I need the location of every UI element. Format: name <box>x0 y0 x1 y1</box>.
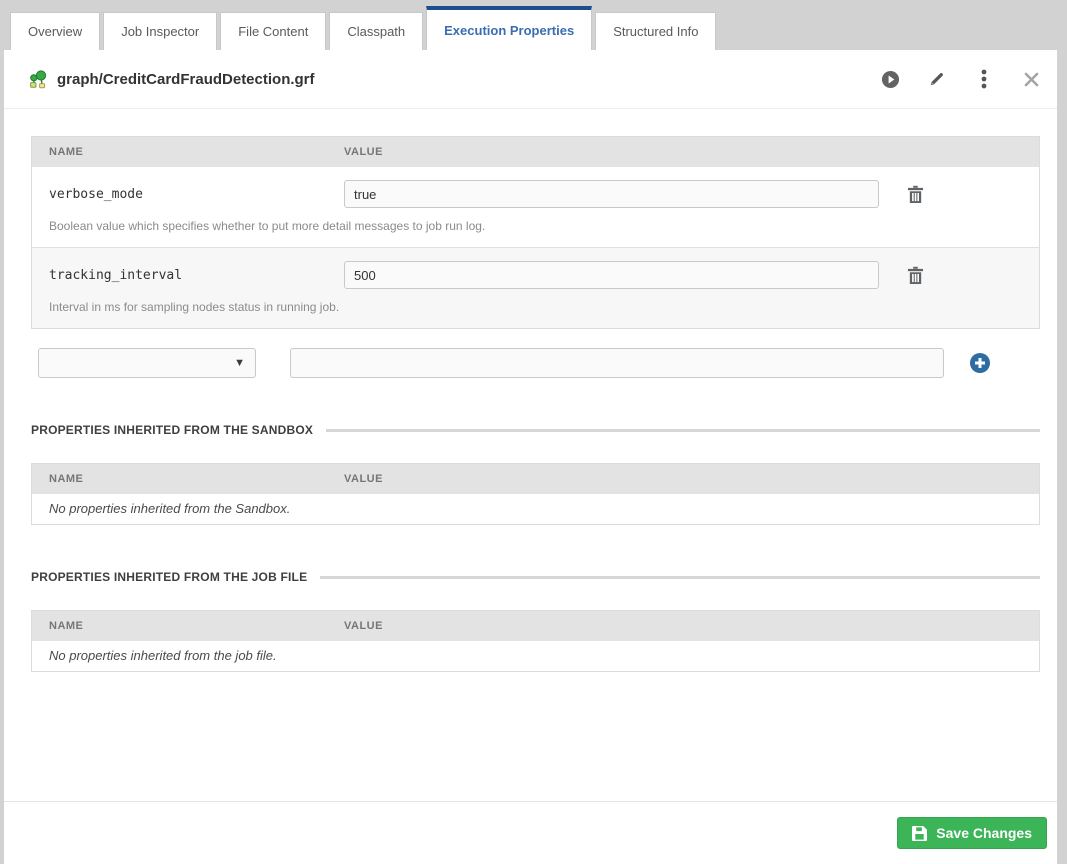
column-header-value: VALUE <box>344 620 1039 632</box>
property-description: Interval in ms for sampling nodes status… <box>49 300 1039 314</box>
graph-file-icon <box>28 69 48 89</box>
tab-file-content[interactable]: File Content <box>220 12 326 50</box>
execution-properties-panel: graph/CreditCardFraudDetection.grf <box>4 50 1057 864</box>
tab-overview[interactable]: Overview <box>10 12 100 50</box>
execution-properties-table: NAME VALUE verbose_mode <box>31 136 1040 329</box>
new-property-value-input[interactable] <box>290 348 944 378</box>
heading-rule <box>320 576 1040 579</box>
section-title: PROPERTIES INHERITED FROM THE JOB FILE <box>31 570 307 584</box>
chevron-down-icon: ▼ <box>234 358 245 369</box>
tab-classpath[interactable]: Classpath <box>329 12 423 50</box>
tab-execution-properties[interactable]: Execution Properties <box>426 6 592 50</box>
save-icon <box>912 826 927 841</box>
save-button-label: Save Changes <box>936 825 1032 841</box>
column-header-value: VALUE <box>344 473 1039 485</box>
column-header-name: NAME <box>32 473 344 485</box>
close-icon[interactable] <box>1021 69 1041 89</box>
tab-job-inspector[interactable]: Job Inspector <box>103 12 217 50</box>
header-actions <box>880 69 1041 89</box>
kebab-menu-button[interactable] <box>974 69 994 89</box>
property-value-input[interactable] <box>344 180 879 208</box>
content-area: NAME VALUE verbose_mode <box>4 109 1057 672</box>
new-property-name-dropdown[interactable]: ▼ <box>38 348 256 378</box>
edit-pencil-button[interactable] <box>927 69 947 89</box>
sandbox-section-heading: PROPERTIES INHERITED FROM THE SANDBOX <box>31 423 1040 437</box>
empty-message: No properties inherited from the Sandbox… <box>32 494 1039 524</box>
page-title: graph/CreditCardFraudDetection.grf <box>57 71 315 88</box>
table-header: NAME VALUE <box>32 464 1039 494</box>
section-title: PROPERTIES INHERITED FROM THE SANDBOX <box>31 423 313 437</box>
property-description: Boolean value which specifies whether to… <box>49 219 1039 233</box>
delete-property-icon[interactable] <box>905 265 925 285</box>
tab-structured-info[interactable]: Structured Info <box>595 12 716 50</box>
property-value-input[interactable] <box>344 261 879 289</box>
heading-rule <box>326 429 1040 432</box>
jobfile-properties-table: NAME VALUE No properties inherited from … <box>31 610 1040 672</box>
table-row: verbose_mode Boolean value which s <box>32 167 1039 247</box>
table-header: NAME VALUE <box>32 137 1039 167</box>
add-property-row: ▼ <box>31 348 1040 378</box>
column-header-name: NAME <box>32 146 344 158</box>
add-property-button[interactable] <box>970 353 990 373</box>
footer-bar: Save Changes <box>4 801 1057 864</box>
jobfile-section-heading: PROPERTIES INHERITED FROM THE JOB FILE <box>31 570 1040 584</box>
property-name: verbose_mode <box>32 187 344 202</box>
save-changes-button[interactable]: Save Changes <box>897 817 1047 849</box>
sandbox-properties-table: NAME VALUE No properties inherited from … <box>31 463 1040 525</box>
table-row: tracking_interval Interval in ms f <box>32 247 1039 328</box>
empty-message: No properties inherited from the job fil… <box>32 641 1039 671</box>
delete-property-icon[interactable] <box>905 184 925 204</box>
column-header-name: NAME <box>32 620 344 632</box>
tab-bar: Overview Job Inspector File Content Clas… <box>4 0 1057 50</box>
table-header: NAME VALUE <box>32 611 1039 641</box>
panel-header: graph/CreditCardFraudDetection.grf <box>4 50 1057 109</box>
run-play-button[interactable] <box>880 69 900 89</box>
property-name: tracking_interval <box>32 268 344 283</box>
column-header-value: VALUE <box>344 146 1039 158</box>
